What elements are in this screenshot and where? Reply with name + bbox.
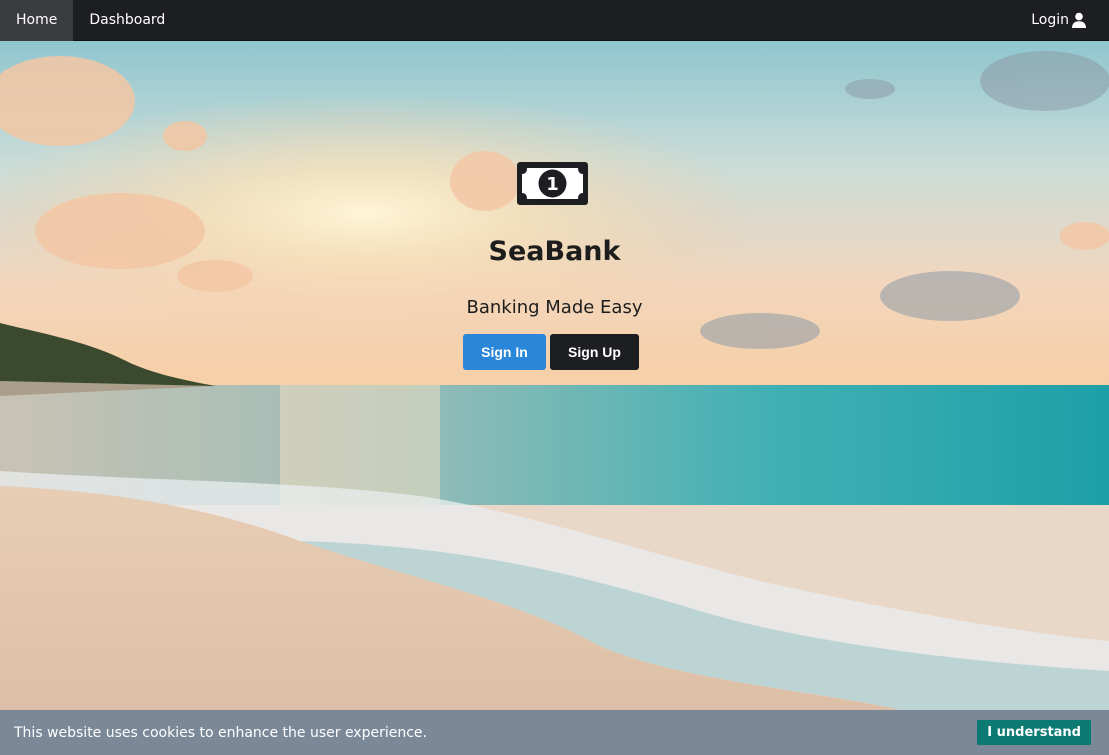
cookie-message: This website uses cookies to enhance the… — [14, 724, 427, 741]
cookie-accept-button[interactable]: I understand — [977, 720, 1091, 745]
svg-text:1: 1 — [546, 174, 559, 195]
cookie-consent-bar: This website uses cookies to enhance the… — [0, 710, 1109, 755]
money-bill-icon: 1 — [517, 162, 588, 205]
tagline: Banking Made Easy — [466, 297, 643, 318]
sign-in-button[interactable]: Sign In — [463, 334, 546, 370]
sign-up-button[interactable]: Sign Up — [550, 334, 639, 370]
nav-home-link[interactable]: Home — [0, 0, 74, 41]
beach-background-image — [0, 41, 1109, 710]
brand-title: SeaBank — [488, 236, 621, 267]
user-icon — [1071, 12, 1087, 28]
nav-dashboard-link[interactable]: Dashboard — [73, 0, 181, 41]
login-label: Login — [1031, 12, 1069, 28]
nav-login-link[interactable]: Login — [1015, 0, 1109, 41]
hero-section: 1 SeaBank Banking Made Easy Sign In Sign… — [0, 41, 1109, 710]
top-navbar: Home Dashboard Login — [0, 0, 1109, 41]
